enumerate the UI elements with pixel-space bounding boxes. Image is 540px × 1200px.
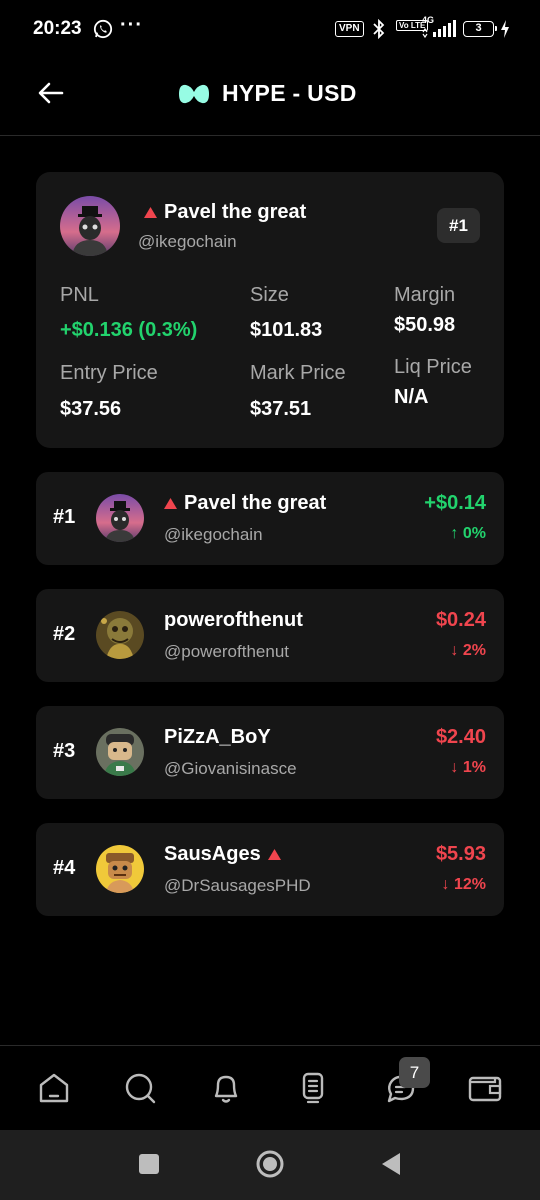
row-rank: #2: [53, 623, 76, 645]
row-change: ↑ 0%: [450, 525, 486, 542]
bell-icon[interactable]: [208, 1070, 244, 1106]
entry-price-label: Entry Price: [60, 362, 158, 384]
liq-price-value: N/A: [394, 386, 429, 408]
margin-label: Margin: [394, 284, 456, 306]
back-arrow-icon[interactable]: [36, 78, 66, 108]
leaderboard-row[interactable]: #2 powerofthenut @powerofthenut $0.24 ↓ …: [36, 589, 504, 682]
chat-badge: 7: [399, 1057, 430, 1088]
row-change: ↓ 1%: [450, 759, 486, 776]
flag-triangle-icon: [267, 849, 281, 860]
avatar: [96, 611, 144, 659]
row-change: ↓ 2%: [450, 642, 486, 659]
row-handle: @ikegochain: [164, 525, 263, 544]
signal-icon: [422, 20, 456, 38]
row-handle: @powerofthenut: [164, 642, 290, 661]
bottom-nav: [0, 1045, 540, 1130]
size-value: $101.83: [250, 319, 323, 341]
system-nav-bar: [0, 1130, 540, 1200]
charging-icon: [501, 20, 509, 38]
bluetooth-icon: [373, 19, 385, 39]
more-notifications-icon: ···: [120, 14, 143, 36]
avatar: [96, 728, 144, 776]
row-change: ↓ 12%: [441, 876, 486, 893]
market-title: HYPE - USD: [178, 80, 357, 107]
home-button-icon[interactable]: [255, 1149, 285, 1179]
status-time: 20:23: [33, 18, 82, 39]
row-name: SausAges: [164, 843, 261, 865]
row-handle: @DrSausagesPHD: [164, 876, 311, 895]
leaderboard-row[interactable]: #3 PiZzA_BoY @Giovanisinasce $2.40 ↓ 1%: [36, 706, 504, 799]
trader-name-row: Pavel the great: [144, 201, 306, 224]
wallet-icon[interactable]: [467, 1070, 503, 1106]
back-button-icon[interactable]: [380, 1152, 402, 1176]
whatsapp-icon: [93, 19, 113, 39]
page-title: HYPE - USD: [222, 80, 357, 106]
flag-triangle-icon: [164, 498, 177, 509]
row-handle: @Giovanisinasce: [164, 759, 297, 778]
leaderboard-row[interactable]: #1 Pavel the great @ikegochain +$0.14 ↑ …: [36, 472, 504, 565]
leaderboard-row[interactable]: #4 SausAges @DrSausagesPHD $5.93 ↓ 12%: [36, 823, 504, 916]
app-header: HYPE - USD: [0, 58, 540, 136]
rank-badge: #1: [437, 208, 480, 243]
row-pnl: $2.40: [435, 726, 486, 748]
trader-name: Pavel the great: [164, 201, 307, 223]
row-pnl: $5.93: [435, 843, 486, 865]
mark-price-label: Mark Price: [250, 362, 346, 384]
hyperliquid-logo-icon: [179, 84, 209, 103]
margin-value: $50.98: [394, 314, 456, 336]
row-name: PiZzA_BoY: [164, 726, 271, 748]
search-icon[interactable]: [122, 1070, 158, 1106]
recent-apps-icon[interactable]: [138, 1153, 160, 1175]
entry-price-value: $37.56: [60, 398, 122, 420]
row-pnl: $0.24: [435, 609, 486, 631]
row-name-row: powerofthenut: [164, 609, 303, 632]
position-card[interactable]: Pavel the great @ikegochain #1 PNL +$0.1…: [36, 172, 504, 448]
battery-icon: 3: [463, 21, 497, 37]
row-name-row: Pavel the great: [164, 492, 326, 515]
row-name: Pavel the great: [184, 492, 327, 514]
row-name-row: SausAges: [164, 843, 281, 866]
row-pnl: +$0.14: [424, 492, 486, 514]
trader-handle[interactable]: @ikegochain: [138, 232, 237, 252]
status-bar: 20:23 ··· VPN Vo LTE 4G 3: [0, 0, 540, 58]
avatar: [60, 196, 120, 256]
row-rank: #3: [53, 740, 76, 762]
flag-triangle-icon: [144, 207, 157, 218]
pnl-value: +$0.136 (0.3%): [60, 319, 198, 341]
home-icon[interactable]: [36, 1070, 72, 1106]
row-name-row: PiZzA_BoY: [164, 726, 271, 749]
row-rank: #1: [53, 506, 76, 528]
mark-price-value: $37.51: [250, 398, 312, 420]
pnl-label: PNL: [60, 284, 99, 306]
liq-price-label: Liq Price: [394, 356, 472, 378]
avatar: [96, 845, 144, 893]
size-label: Size: [250, 284, 289, 306]
portfolio-icon[interactable]: [295, 1070, 331, 1106]
row-name: powerofthenut: [164, 609, 303, 631]
row-rank: #4: [53, 857, 76, 879]
vpn-icon: VPN: [335, 21, 364, 37]
avatar: [96, 494, 144, 542]
